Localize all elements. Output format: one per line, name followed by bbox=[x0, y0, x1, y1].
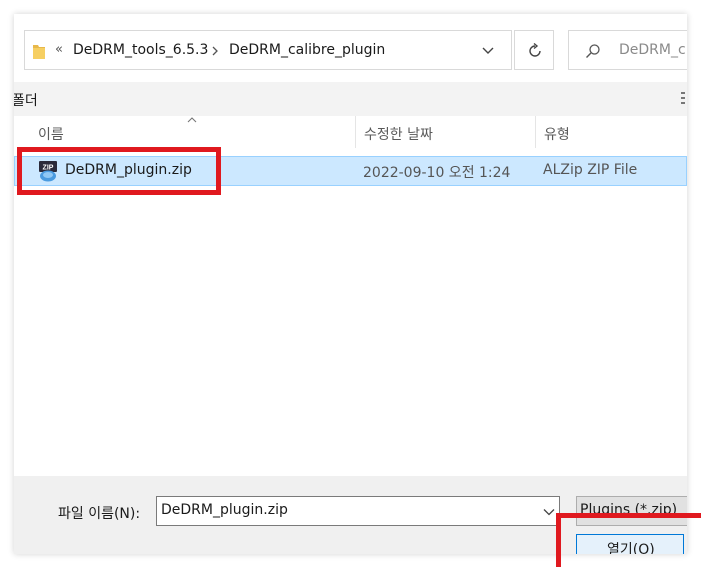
column-divider[interactable] bbox=[355, 116, 356, 148]
file-open-dialog: « DeDRM_tools_6.5.3 DeDRM_calibre_plugin… bbox=[14, 14, 687, 554]
search-placeholder: DeDRM_c bbox=[619, 42, 686, 58]
annotation-highlight-open-button bbox=[556, 513, 701, 567]
file-date: 2022-09-10 오전 1:24 bbox=[363, 165, 511, 181]
file-list[interactable]: ZIP DeDRM_plugin.zip 2022-09-10 오전 1:24 … bbox=[14, 148, 687, 476]
column-header-type[interactable]: 유형 bbox=[544, 124, 570, 144]
address-bar[interactable]: « DeDRM_tools_6.5.3 DeDRM_calibre_plugin bbox=[24, 30, 512, 70]
breadcrumb-item-calibre-plugin[interactable]: DeDRM_calibre_plugin bbox=[229, 42, 385, 58]
column-divider[interactable] bbox=[535, 116, 536, 148]
sort-ascending-icon bbox=[187, 117, 197, 123]
new-folder-button[interactable]: 폴더 bbox=[14, 90, 38, 110]
file-type: ALZip ZIP File bbox=[543, 162, 638, 178]
column-header-name[interactable]: 이름 bbox=[38, 124, 64, 144]
file-name-value: DeDRM_plugin.zip bbox=[161, 502, 288, 518]
search-box[interactable]: DeDRM_c bbox=[568, 30, 687, 70]
search-icon bbox=[586, 44, 600, 58]
annotation-highlight-file bbox=[17, 147, 221, 195]
refresh-icon bbox=[529, 43, 541, 57]
chevron-right-icon bbox=[212, 46, 218, 56]
file-name-input[interactable]: DeDRM_plugin.zip bbox=[156, 496, 560, 526]
folder-icon bbox=[33, 45, 45, 59]
more-options-icon[interactable] bbox=[680, 90, 686, 106]
column-header: 이름 수정한 날짜 유형 bbox=[14, 116, 687, 148]
refresh-button[interactable] bbox=[514, 30, 554, 70]
file-name-label: 파일 이름(N): bbox=[58, 506, 141, 522]
breadcrumb-overflow[interactable]: « bbox=[55, 42, 63, 57]
command-bar: 폴더 bbox=[14, 82, 687, 116]
column-header-date[interactable]: 수정한 날짜 bbox=[364, 124, 433, 144]
chevron-down-icon[interactable] bbox=[543, 508, 555, 516]
chevron-down-icon[interactable] bbox=[481, 45, 495, 55]
breadcrumb-item-dedrm-tools[interactable]: DeDRM_tools_6.5.3 bbox=[73, 42, 208, 58]
